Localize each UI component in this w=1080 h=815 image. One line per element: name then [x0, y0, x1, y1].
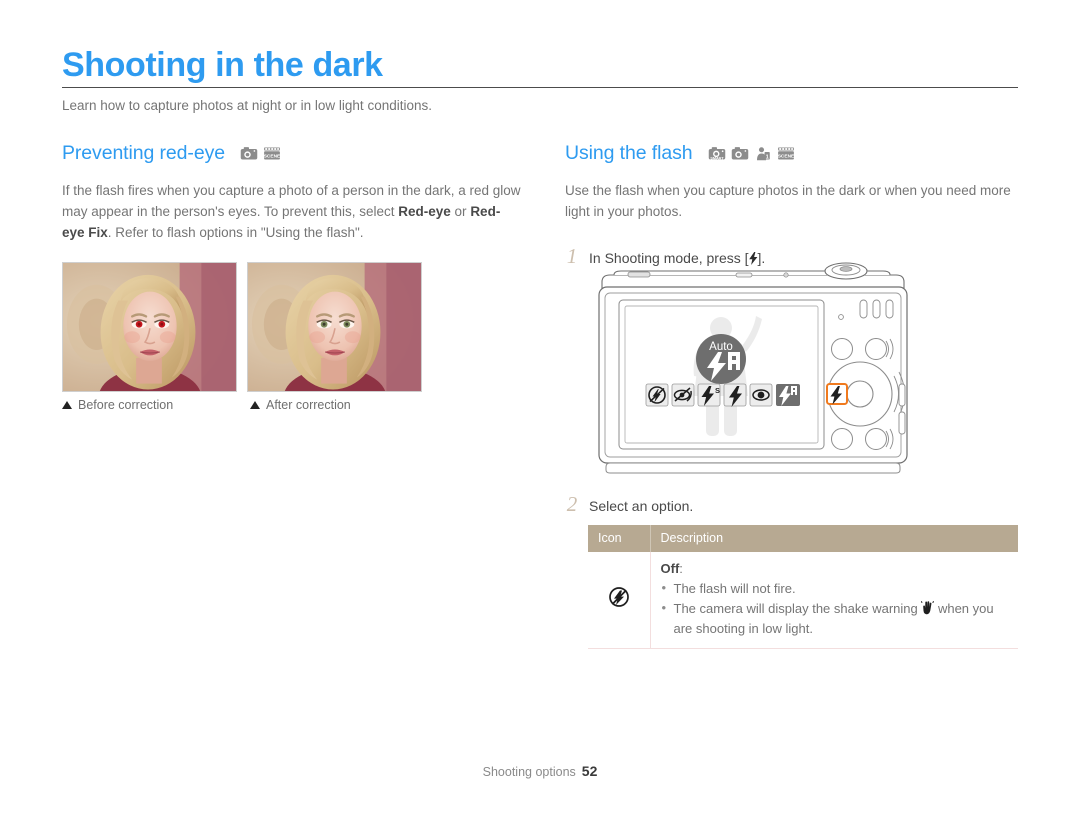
button-bottom-left [831, 428, 853, 450]
triangle-marker-icon [250, 401, 260, 409]
flash-options-table: Icon Description Off: • The flash will n… [588, 525, 1018, 649]
mode-icon-group-left: P SCENE [240, 146, 281, 161]
manual-page: Shooting in the dark Learn how to captur… [0, 0, 1080, 815]
step-2: 2 Select an option. [565, 492, 1020, 517]
left-paragraph-part2: . Refer to flash options in "Using the f… [107, 225, 364, 240]
left-paragraph: If the flash fires when you capture a ph… [62, 180, 522, 243]
svg-text:SCENE: SCENE [264, 153, 281, 159]
caption-after-correction: After correction [250, 398, 438, 412]
lcd-flash-auto-badge: Auto [696, 334, 746, 384]
caption-before-label: Before correction [78, 398, 174, 412]
portrait-red-eye-corrected-illustration [248, 263, 421, 391]
scene-mode-icon: SCENE [263, 146, 281, 161]
button-top-left [831, 338, 853, 360]
page-title: Shooting in the dark [62, 46, 383, 84]
flash-off-icon [608, 587, 630, 611]
triangle-marker-icon [62, 401, 72, 409]
section-heading-using-the-flash: Using the flash SMART P 1 SCENE [565, 140, 1020, 166]
photo-before-correction [62, 262, 237, 392]
title-divider [62, 87, 1018, 88]
option-suffix: : [679, 561, 683, 576]
flash-button-highlighted [826, 383, 848, 405]
portrait-with-red-eye-illustration [63, 263, 236, 391]
section-title-right: Using the flash [565, 141, 693, 164]
step-2-text: Select an option. [589, 498, 694, 514]
shake-warning-icon [920, 601, 935, 616]
bullet-2-text-before: The camera will display the shake warnin… [673, 601, 922, 616]
cell-option-icon [588, 552, 651, 649]
left-paragraph-mid: or [450, 204, 471, 219]
svg-text:P: P [253, 154, 257, 160]
photo-after-correction [247, 262, 422, 392]
dual-is-mode-icon: 1 [754, 146, 772, 161]
footer-page-number: 52 [581, 763, 598, 779]
button-top-right [865, 338, 887, 360]
cell-option-description: Off: The flash will not fire. The camera… [650, 552, 1018, 649]
status-lamp [838, 314, 844, 320]
caption-after-label: After correction [266, 398, 351, 412]
list-item: The camera will display the shake warnin… [661, 598, 1011, 639]
svg-text:Auto: Auto [709, 341, 733, 353]
table-header-row: Icon Description [588, 525, 1018, 552]
mode-icon-group-right: SMART P 1 SCENE [708, 146, 795, 161]
slow-sync-icon: S [697, 383, 721, 407]
page-footer: Shooting options 52 [0, 763, 1080, 779]
step-1-number: 1 [566, 244, 578, 268]
camera-back-illustration: Auto S [588, 262, 918, 474]
list-item: The flash will not fire. [661, 578, 1011, 599]
right-paragraph: Use the flash when you capture photos in… [565, 183, 1011, 219]
section-title-left: Preventing red-eye [62, 141, 225, 164]
step-2-number: 2 [566, 492, 578, 516]
right-column: Using the flash SMART P 1 SCENE Use the … [565, 140, 1020, 269]
smart-auto-mode-icon: SMART [708, 146, 726, 161]
sample-photo-group [62, 262, 422, 392]
red-eye-fix-icon [671, 383, 695, 407]
left-column: Preventing red-eye P SCENE If the flash … [62, 140, 522, 243]
button-slot-3 [885, 299, 894, 319]
column-header-icon: Icon [588, 525, 651, 552]
section-heading-preventing-red-eye: Preventing red-eye P SCENE [62, 140, 522, 166]
option-name: Off [660, 561, 680, 576]
program-mode-icon: P [240, 146, 258, 161]
flash-auto-icon-selected [776, 384, 800, 406]
red-eye-icon [749, 383, 773, 407]
flash-off-icon [645, 383, 669, 407]
column-header-description: Description [650, 525, 1018, 552]
bullet-1-text: The flash will not fire. [673, 581, 796, 596]
button-slot-2 [872, 299, 881, 319]
step-2-block: 2 Select an option. [565, 492, 1020, 517]
button-bottom-right [865, 428, 887, 450]
svg-text:P: P [743, 154, 747, 160]
button-slot-1 [859, 299, 868, 319]
svg-text:1: 1 [765, 154, 768, 160]
svg-text:SMART: SMART [710, 156, 724, 160]
fill-in-icon [723, 383, 747, 407]
table-row: Off: The flash will not fire. The camera… [588, 552, 1018, 649]
option-bullet-list: The flash will not fire. The camera will… [661, 578, 1011, 639]
option-title: Off: [661, 559, 1011, 579]
caption-before-correction: Before correction [62, 398, 250, 412]
page-intro: Learn how to capture photos at night or … [62, 98, 432, 113]
footer-section-label: Shooting options [482, 765, 576, 779]
svg-text:SCENE: SCENE [777, 153, 794, 159]
ok-button [846, 380, 874, 408]
program-mode-icon: P [731, 146, 749, 161]
scene-mode-icon: SCENE [777, 146, 795, 161]
term-red-eye: Red-eye [398, 204, 451, 219]
photo-captions: Before correction After correction [62, 398, 438, 412]
svg-text:S: S [715, 386, 720, 395]
